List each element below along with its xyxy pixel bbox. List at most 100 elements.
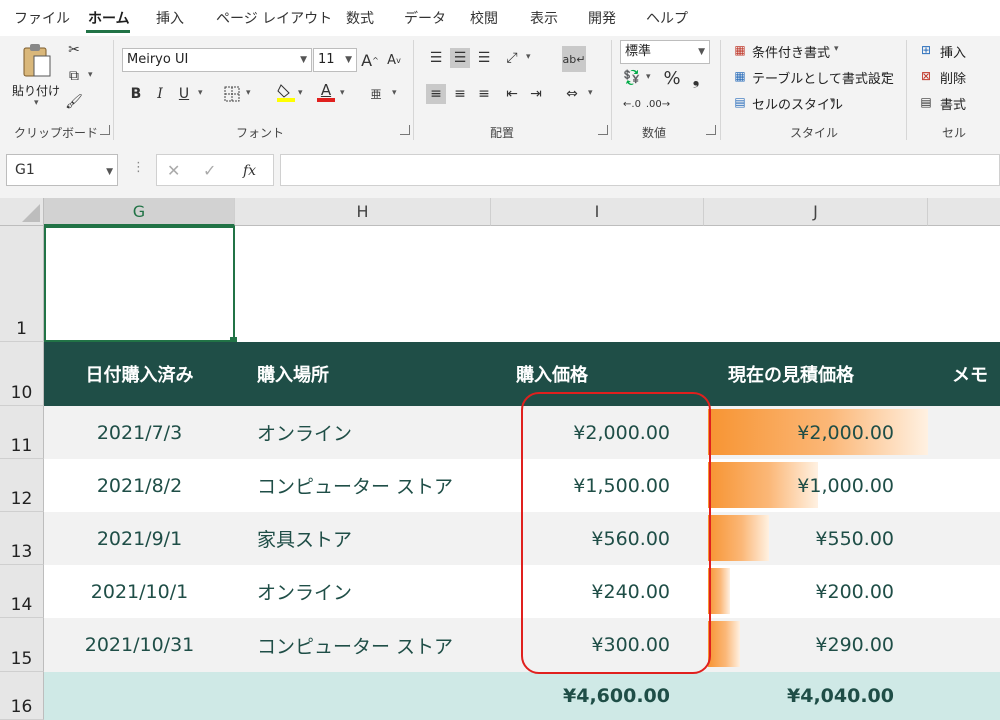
decrease-decimal-icon[interactable]: .00→ bbox=[646, 94, 670, 114]
delete-cells-button[interactable]: 削除 bbox=[940, 68, 966, 87]
phonetic-button[interactable]: 亜 bbox=[366, 84, 386, 104]
header-place[interactable]: 購入場所 bbox=[235, 342, 491, 406]
align-top-icon[interactable]: ☰ bbox=[426, 48, 446, 68]
tab-data[interactable]: データ bbox=[404, 8, 446, 28]
align-bottom-icon[interactable]: ☰ bbox=[474, 48, 494, 68]
decrease-font-size-button[interactable]: Av bbox=[384, 50, 404, 70]
cell-estimate[interactable]: ¥550.00 bbox=[704, 512, 928, 565]
conditional-formatting-button[interactable]: 条件付き書式 bbox=[752, 42, 830, 61]
tab-file[interactable]: ファイル bbox=[14, 8, 70, 28]
merge-dropdown-icon[interactable]: ▾ bbox=[588, 88, 593, 98]
wrap-text-icon[interactable]: ab↵ bbox=[562, 46, 586, 72]
cell-place[interactable]: オンライン bbox=[235, 565, 491, 618]
insert-cells-button[interactable]: 挿入 bbox=[940, 42, 966, 61]
cell-estimate[interactable]: ¥2,000.00 bbox=[704, 406, 928, 459]
total-price[interactable]: ¥4,600.00 bbox=[491, 672, 704, 720]
increase-decimal-icon[interactable]: ←.0 bbox=[622, 94, 642, 114]
tab-formulas[interactable]: 数式 bbox=[346, 8, 374, 28]
row-header-16[interactable]: 16 bbox=[0, 672, 44, 720]
font-name-select[interactable]: Meiryo UI ▼ bbox=[122, 48, 312, 72]
orientation-dropdown-icon[interactable]: ▾ bbox=[526, 52, 531, 62]
cell-styles-icon[interactable]: ▤ bbox=[730, 92, 750, 112]
increase-font-size-button[interactable]: A ^ bbox=[360, 50, 380, 70]
border-dropdown-icon[interactable]: ▾ bbox=[246, 88, 251, 98]
cell-estimate[interactable]: ¥1,000.00 bbox=[704, 459, 928, 512]
alignment-launcher-icon[interactable] bbox=[598, 125, 608, 135]
align-middle-icon[interactable]: ☰ bbox=[450, 48, 470, 68]
decrease-indent-icon[interactable]: ⇤ bbox=[502, 84, 522, 104]
tab-page-layout[interactable]: ページ レイアウト bbox=[216, 8, 332, 28]
align-center-icon[interactable]: ≡ bbox=[450, 84, 470, 104]
fill-color-button[interactable] bbox=[276, 82, 296, 102]
column-header-k[interactable] bbox=[928, 198, 1000, 226]
underline-dropdown-icon[interactable]: ▾ bbox=[198, 88, 203, 98]
format-painter-icon[interactable]: 🖌 bbox=[64, 92, 84, 112]
tab-home[interactable]: ホーム bbox=[88, 8, 130, 28]
cell-place[interactable]: コンピューター ストア bbox=[235, 459, 491, 512]
cell-date[interactable]: 2021/10/1 bbox=[44, 565, 235, 618]
number-format-select[interactable]: 標準 ▼ bbox=[620, 40, 710, 64]
underline-button[interactable]: U bbox=[174, 84, 194, 104]
paste-dropdown-icon[interactable]: ▾ bbox=[34, 98, 39, 108]
accounting-format-icon[interactable]: 💱 bbox=[622, 68, 642, 88]
row-header-10[interactable]: 10 bbox=[0, 342, 44, 406]
border-button[interactable] bbox=[222, 84, 242, 104]
cut-icon[interactable]: ✂ bbox=[64, 40, 84, 60]
tab-insert[interactable]: 挿入 bbox=[156, 8, 184, 28]
tab-review[interactable]: 校閲 bbox=[470, 8, 498, 28]
percent-button[interactable]: % bbox=[662, 68, 682, 89]
tab-help[interactable]: ヘルプ bbox=[646, 8, 688, 28]
align-left-icon[interactable]: ≡ bbox=[426, 84, 446, 104]
font-color-dropdown-icon[interactable]: ▾ bbox=[340, 88, 345, 98]
font-color-button[interactable]: A bbox=[316, 82, 336, 102]
row-header-14[interactable]: 14 bbox=[0, 565, 44, 618]
phonetic-dropdown-icon[interactable]: ▾ bbox=[392, 88, 397, 98]
fill-color-dropdown-icon[interactable]: ▾ bbox=[298, 88, 303, 98]
cancel-icon[interactable]: ✕ bbox=[167, 160, 180, 182]
confirm-icon[interactable]: ✓ bbox=[203, 160, 216, 182]
row-header-11[interactable]: 11 bbox=[0, 406, 44, 459]
clipboard-launcher-icon[interactable] bbox=[100, 125, 110, 135]
select-all-button[interactable] bbox=[0, 198, 44, 226]
formula-input[interactable] bbox=[280, 154, 1000, 186]
tab-view[interactable]: 表示 bbox=[530, 8, 558, 28]
delete-cells-icon[interactable]: ⊠ bbox=[916, 66, 936, 86]
row-header-12[interactable]: 12 bbox=[0, 459, 44, 512]
italic-button[interactable]: I bbox=[150, 84, 170, 104]
format-as-table-icon[interactable]: ▦ bbox=[730, 66, 750, 86]
cell-place[interactable]: オンライン bbox=[235, 406, 491, 459]
align-right-icon[interactable]: ≡ bbox=[474, 84, 494, 104]
row-header-1[interactable]: 1 bbox=[0, 226, 44, 342]
bold-button[interactable]: B bbox=[126, 84, 146, 104]
increase-indent-icon[interactable]: ⇥ bbox=[526, 84, 546, 104]
selected-cell-g1[interactable] bbox=[44, 226, 235, 342]
accounting-dropdown-icon[interactable]: ▾ bbox=[646, 72, 651, 82]
cell-styles-dropdown-icon[interactable]: ▾ bbox=[830, 96, 835, 106]
cell-date[interactable]: 2021/8/2 bbox=[44, 459, 235, 512]
format-cells-icon[interactable]: ▤ bbox=[916, 92, 936, 112]
font-launcher-icon[interactable] bbox=[400, 125, 410, 135]
name-box[interactable]: G1 ▼ bbox=[6, 154, 118, 186]
header-memo[interactable]: メモ bbox=[928, 342, 1000, 406]
format-cells-button[interactable]: 書式 bbox=[940, 94, 966, 113]
cell-place[interactable]: コンピューター ストア bbox=[235, 618, 491, 672]
insert-cells-icon[interactable]: ⊞ bbox=[916, 40, 936, 60]
cell-date[interactable]: 2021/7/3 bbox=[44, 406, 235, 459]
format-as-table-dropdown-icon[interactable]: ▾ bbox=[882, 70, 887, 80]
font-size-select[interactable]: 11 ▼ bbox=[313, 48, 357, 72]
paste-label[interactable]: 貼り付け bbox=[12, 82, 60, 99]
conditional-dropdown-icon[interactable]: ▾ bbox=[834, 44, 839, 54]
row-header-13[interactable]: 13 bbox=[0, 512, 44, 565]
orientation-icon[interactable]: ⤢ bbox=[502, 48, 522, 68]
row-header-15[interactable]: 15 bbox=[0, 618, 44, 672]
cell-date[interactable]: 2021/10/31 bbox=[44, 618, 235, 672]
cell-date[interactable]: 2021/9/1 bbox=[44, 512, 235, 565]
tab-developer[interactable]: 開発 bbox=[588, 8, 616, 28]
column-header-h[interactable]: H bbox=[235, 198, 491, 226]
copy-icon[interactable]: ⧉ bbox=[64, 66, 84, 86]
column-header-g[interactable]: G bbox=[44, 198, 235, 226]
merge-center-icon[interactable]: ⇔ bbox=[562, 84, 582, 104]
insert-function-icon[interactable]: fx bbox=[243, 160, 256, 182]
cell-estimate[interactable]: ¥200.00 bbox=[704, 565, 928, 618]
conditional-formatting-icon[interactable]: ▦ bbox=[730, 40, 750, 60]
